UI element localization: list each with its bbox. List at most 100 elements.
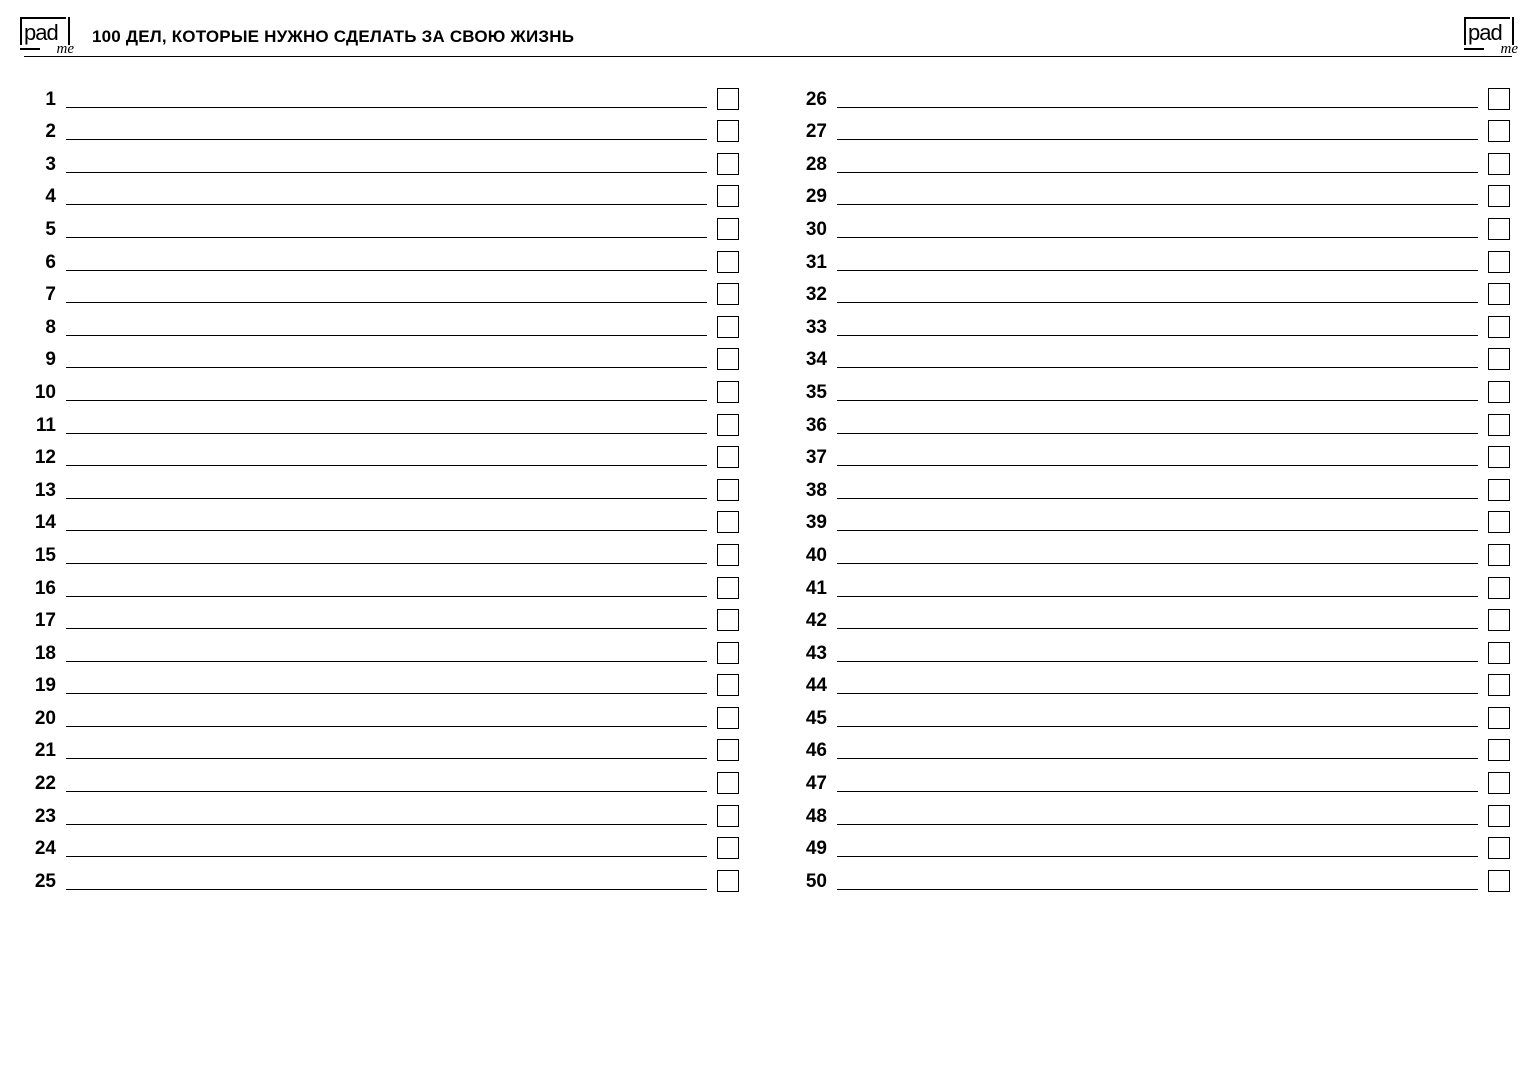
write-line[interactable] [66, 563, 707, 564]
write-line[interactable] [66, 856, 707, 857]
checkbox[interactable] [1488, 674, 1510, 696]
write-line[interactable] [837, 563, 1478, 564]
checkbox[interactable] [1488, 120, 1510, 142]
write-line[interactable] [837, 530, 1478, 531]
write-line[interactable] [837, 628, 1478, 629]
write-line[interactable] [66, 172, 707, 173]
checkbox[interactable] [717, 739, 739, 761]
checkbox[interactable] [717, 218, 739, 240]
checkbox[interactable] [717, 609, 739, 631]
checkbox[interactable] [717, 88, 739, 110]
checkbox[interactable] [1488, 609, 1510, 631]
checkbox[interactable] [717, 381, 739, 403]
write-line[interactable] [66, 693, 707, 694]
write-line[interactable] [837, 661, 1478, 662]
checkbox[interactable] [1488, 88, 1510, 110]
checkbox[interactable] [717, 511, 739, 533]
checkbox[interactable] [1488, 185, 1510, 207]
checkbox[interactable] [717, 479, 739, 501]
write-line[interactable] [837, 791, 1478, 792]
checkbox[interactable] [717, 251, 739, 273]
write-line[interactable] [66, 726, 707, 727]
checkbox[interactable] [1488, 805, 1510, 827]
write-line[interactable] [837, 367, 1478, 368]
write-line[interactable] [837, 824, 1478, 825]
write-line[interactable] [66, 889, 707, 890]
checkbox[interactable] [1488, 218, 1510, 240]
write-line[interactable] [837, 204, 1478, 205]
write-line[interactable] [837, 335, 1478, 336]
write-line[interactable] [837, 693, 1478, 694]
write-line[interactable] [837, 758, 1478, 759]
write-line[interactable] [66, 498, 707, 499]
checkbox[interactable] [1488, 870, 1510, 892]
checkbox[interactable] [717, 283, 739, 305]
checkbox[interactable] [1488, 707, 1510, 729]
checkbox[interactable] [1488, 283, 1510, 305]
write-line[interactable] [837, 400, 1478, 401]
checkbox[interactable] [717, 153, 739, 175]
checkbox[interactable] [1488, 153, 1510, 175]
checkbox[interactable] [1488, 348, 1510, 370]
write-line[interactable] [66, 400, 707, 401]
checkbox[interactable] [1488, 381, 1510, 403]
checkbox[interactable] [717, 577, 739, 599]
write-line[interactable] [66, 661, 707, 662]
checkbox[interactable] [1488, 544, 1510, 566]
write-line[interactable] [66, 367, 707, 368]
write-line[interactable] [837, 889, 1478, 890]
checkbox[interactable] [1488, 642, 1510, 664]
checkbox[interactable] [1488, 414, 1510, 436]
write-line[interactable] [837, 302, 1478, 303]
checkbox[interactable] [1488, 446, 1510, 468]
write-line[interactable] [837, 726, 1478, 727]
write-line[interactable] [837, 172, 1478, 173]
checkbox[interactable] [717, 414, 739, 436]
checkbox[interactable] [1488, 316, 1510, 338]
write-line[interactable] [837, 498, 1478, 499]
write-line[interactable] [837, 465, 1478, 466]
checkbox[interactable] [1488, 511, 1510, 533]
checkbox[interactable] [717, 120, 739, 142]
write-line[interactable] [66, 335, 707, 336]
write-line[interactable] [66, 824, 707, 825]
checkbox[interactable] [717, 446, 739, 468]
checkbox[interactable] [717, 544, 739, 566]
checkbox[interactable] [717, 772, 739, 794]
checkbox[interactable] [717, 316, 739, 338]
write-line[interactable] [837, 270, 1478, 271]
checkbox[interactable] [1488, 251, 1510, 273]
write-line[interactable] [66, 465, 707, 466]
write-line[interactable] [66, 302, 707, 303]
checkbox[interactable] [717, 805, 739, 827]
write-line[interactable] [837, 433, 1478, 434]
checkbox[interactable] [1488, 739, 1510, 761]
write-line[interactable] [66, 758, 707, 759]
checkbox[interactable] [717, 348, 739, 370]
write-line[interactable] [66, 139, 707, 140]
write-line[interactable] [837, 237, 1478, 238]
checkbox[interactable] [717, 642, 739, 664]
checkbox[interactable] [717, 837, 739, 859]
write-line[interactable] [66, 204, 707, 205]
checkbox[interactable] [717, 674, 739, 696]
write-line[interactable] [837, 139, 1478, 140]
write-line[interactable] [66, 237, 707, 238]
write-line[interactable] [837, 856, 1478, 857]
write-line[interactable] [66, 107, 707, 108]
write-line[interactable] [66, 791, 707, 792]
checkbox[interactable] [1488, 772, 1510, 794]
checkbox[interactable] [1488, 837, 1510, 859]
checkbox[interactable] [1488, 479, 1510, 501]
write-line[interactable] [66, 596, 707, 597]
write-line[interactable] [66, 628, 707, 629]
checkbox[interactable] [717, 185, 739, 207]
checkbox[interactable] [717, 870, 739, 892]
write-line[interactable] [837, 596, 1478, 597]
write-line[interactable] [66, 433, 707, 434]
write-line[interactable] [66, 530, 707, 531]
write-line[interactable] [837, 107, 1478, 108]
write-line[interactable] [66, 270, 707, 271]
checkbox[interactable] [717, 707, 739, 729]
checkbox[interactable] [1488, 577, 1510, 599]
